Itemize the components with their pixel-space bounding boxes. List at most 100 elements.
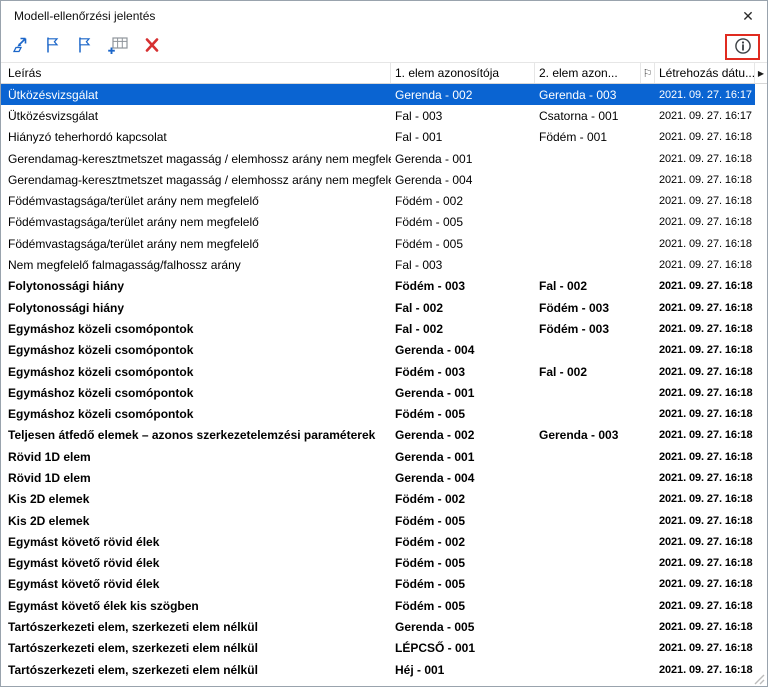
cell-element2-id: Födém - 003 [539, 321, 610, 336]
cell-description: Ütközésvizsgálat [8, 108, 99, 123]
cell-created-date: 2021. 09. 27. 16:18 [659, 621, 753, 634]
table-row[interactable]: Folytonossági hiány Fal - 002 Födém - 00… [1, 296, 755, 319]
cell-element2-id: Gerenda - 003 [539, 428, 619, 443]
flag-forward-button[interactable] [72, 35, 96, 59]
cell-flag [641, 595, 655, 616]
cell-element2-id [535, 574, 641, 595]
cell-created-date: 2021. 09. 27. 16:18 [659, 450, 753, 463]
cell-description: Egymást követő élek kis szögben [8, 598, 199, 613]
table-row[interactable]: Kis 2D elemek Födém - 002 2021. 09. 27. … [1, 488, 755, 510]
table-row[interactable]: Tartószerkezeti elem, szerkezeti elem né… [1, 637, 755, 660]
table-row[interactable]: Egymáshoz közeli csomópontok Födém - 005… [1, 403, 755, 425]
cell-description: Rövid 1D elem [8, 449, 91, 464]
close-button[interactable]: ✕ [729, 1, 767, 31]
table-row[interactable]: Hiányzó teherhordó kapcsolat Fal - 001 F… [1, 126, 755, 148]
table-row[interactable]: Egymáshoz közeli csomópontok Gerenda - 0… [1, 339, 755, 361]
table-row[interactable]: Tartószerkezeti elem, szerkezeti elem né… [1, 659, 755, 681]
column-header-flag[interactable]: ⚐ [641, 63, 655, 83]
column-header-created-date[interactable]: Létrehozás dátu... [655, 63, 755, 83]
cell-description: Födémvastagsága/terület arány nem megfel… [8, 215, 259, 230]
cell-flag [641, 489, 655, 510]
cell-created-date: 2021. 09. 27. 16:18 [659, 429, 753, 442]
cell-element1-id: Födém - 005 [395, 598, 466, 613]
cell-description: Egymáshoz közeli csomópontok [8, 385, 194, 400]
cell-created-date: 2021. 09. 27. 16:18 [659, 237, 752, 250]
cell-flag [641, 467, 655, 488]
cell-created-date: 2021. 09. 27. 16:18 [659, 259, 752, 272]
cell-element2-id [535, 659, 641, 680]
cell-element1-id: Fal - 002 [395, 300, 444, 315]
table-row[interactable]: Rövid 1D elem Gerenda - 001 2021. 09. 27… [1, 446, 755, 468]
cell-created-date: 2021. 09. 27. 16:18 [659, 599, 753, 612]
flag-back-button[interactable] [40, 35, 64, 59]
cell-flag [641, 127, 655, 148]
cell-element1-id: Födém - 002 [395, 492, 466, 507]
cell-element1-id: Födém - 005 [395, 215, 464, 230]
table-add-button[interactable] [104, 35, 132, 59]
cell-created-date: 2021. 09. 27. 16:18 [659, 535, 753, 548]
titlebar: Modell-ellenőrzési jelentés ✕ [1, 1, 767, 31]
table-row[interactable]: Födémvastagsága/terület arány nem megfel… [1, 233, 755, 255]
table-row[interactable]: Egymást követő élek kis szögben Födém - … [1, 595, 755, 617]
cell-element1-id: Gerenda - 004 [395, 172, 473, 187]
cell-created-date: 2021. 09. 27. 16:17 [659, 109, 752, 122]
table-row[interactable]: Egymáshoz közeli csomópontok Gerenda - 0… [1, 382, 755, 404]
zoom-to-element-button[interactable] [8, 35, 32, 59]
table-row[interactable]: Födémvastagsága/terület arány nem megfel… [1, 190, 755, 212]
cell-element1-id: Födém - 002 [395, 194, 464, 209]
table-row[interactable]: Gerendamag-keresztmetszet magasság / ele… [1, 147, 755, 170]
cell-element1-id: Gerenda - 002 [395, 428, 475, 443]
table-row[interactable]: Egymáshoz közeli csomópontok Fal - 002 F… [1, 318, 755, 340]
table-row[interactable]: Kis 2D elemek Födém - 005 2021. 09. 27. … [1, 509, 755, 532]
cell-flag [641, 148, 655, 169]
column-header-description[interactable]: Leírás [1, 63, 391, 83]
cell-description: Rövid 1D elem [8, 470, 91, 485]
cell-flag [641, 169, 655, 190]
cell-flag [641, 425, 655, 446]
cell-flag [641, 446, 655, 467]
cell-element2-id: Födém - 003 [539, 300, 610, 315]
cell-element2-id: Fal - 002 [539, 364, 588, 379]
cell-flag [641, 403, 655, 424]
cell-description: Egymást követő rövid élek [8, 577, 160, 592]
table-row[interactable]: Nem megfelelő falmagasság/falhossz arány… [1, 254, 755, 276]
cell-description: Hiányzó teherhordó kapcsolat [8, 130, 167, 145]
table-row[interactable]: Egymást követő rövid élek Födém - 005 20… [1, 573, 755, 596]
table-row[interactable]: Egymáshoz közeli csomópontok Födém - 003… [1, 360, 755, 383]
cell-element2-id [535, 233, 641, 254]
cell-created-date: 2021. 09. 27. 16:18 [659, 408, 753, 421]
cell-created-date: 2021. 09. 27. 16:18 [659, 365, 753, 378]
cell-element1-id: Födém - 005 [395, 236, 464, 251]
column-header-element2-id[interactable]: 2. elem azon... [535, 63, 641, 83]
table-row[interactable]: Tartószerkezeti elem, szerkezeti elem né… [1, 616, 755, 638]
cell-element2-id [535, 489, 641, 510]
cell-description: Tartószerkezeti elem, szerkezeti elem né… [8, 641, 258, 656]
resize-grip[interactable] [753, 672, 765, 685]
column-header-element1-id[interactable]: 1. elem azonosítója [391, 63, 535, 83]
delete-button[interactable] [140, 35, 164, 59]
cell-flag [641, 574, 655, 595]
table-row[interactable]: Rövid 1D elem Gerenda - 004 2021. 09. 27… [1, 467, 755, 489]
cell-element2-id [535, 382, 641, 403]
cell-created-date: 2021. 09. 27. 16:18 [659, 131, 752, 144]
cell-flag [641, 297, 655, 318]
table-row[interactable]: Teljesen átfedő elemek – azonos szerkeze… [1, 424, 755, 447]
table-row[interactable]: Egymást követő rövid élek Födém - 002 20… [1, 531, 755, 553]
cell-description: Egymást követő rövid élek [8, 534, 160, 549]
cell-description: Egymáshoz közeli csomópontok [8, 364, 194, 379]
table-row[interactable]: Ütközésvizsgálat Fal - 003 Csatorna - 00… [1, 105, 755, 127]
info-button[interactable] [732, 37, 754, 57]
cell-element1-id: Födém - 003 [395, 279, 466, 294]
cell-element1-id: Fal - 002 [395, 321, 444, 336]
table-row[interactable]: Födémvastagsága/terület arány nem megfel… [1, 211, 755, 234]
cell-flag [641, 233, 655, 254]
table-row[interactable]: Egymást követő rövid élek Födém - 005 20… [1, 552, 755, 574]
cell-created-date: 2021. 09. 27. 16:18 [659, 344, 753, 357]
cell-element2-id [535, 169, 641, 190]
cell-description: Egymáshoz közeli csomópontok [8, 343, 194, 358]
table-row[interactable]: Gerendamag-keresztmetszet magasság / ele… [1, 169, 755, 191]
table-row[interactable]: Ütközésvizsgálat Gerenda - 002 Gerenda -… [1, 84, 755, 106]
scroll-right-button[interactable]: ▶ [755, 63, 767, 83]
table-row[interactable]: Folytonossági hiány Födém - 003 Fal - 00… [1, 275, 755, 297]
cell-element2-id [535, 148, 641, 169]
